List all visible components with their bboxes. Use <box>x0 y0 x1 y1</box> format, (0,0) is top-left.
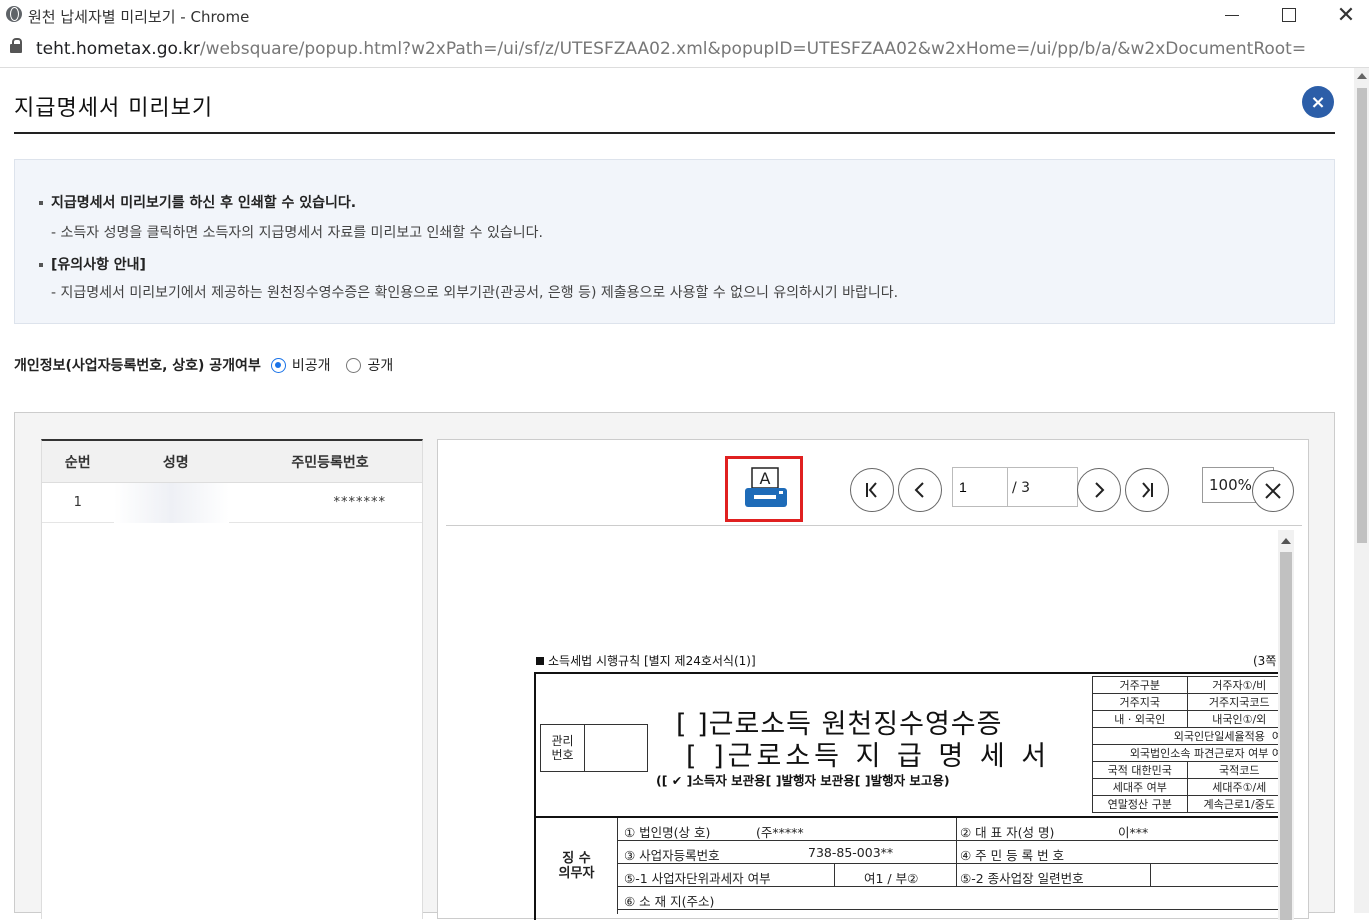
notice-sub-1: - 소득자 성명을 클릭하면 소득자의 지급명세서 자료를 미리보고 인쇄할 수… <box>51 225 543 241</box>
popup-close-button[interactable]: × <box>1302 86 1334 118</box>
popup-page: 지급명세서 미리보기 × 지급명세서 미리보기를 하신 후 인쇄할 수 있습니다… <box>0 68 1354 920</box>
globe-icon <box>6 6 22 22</box>
notice-heading-1: 지급명세서 미리보기를 하신 후 인쇄할 수 있습니다. <box>39 192 356 212</box>
chevron-left-icon <box>914 482 924 498</box>
report-viewer: A / 3 <box>437 439 1309 920</box>
last-page-icon <box>1142 482 1153 498</box>
first-page-button[interactable] <box>850 468 894 512</box>
payer-row: ① 법인명(상 호) (주***** ② 대 표 자(성 명) 이*** <box>618 818 1288 841</box>
radio-public-label[interactable]: 공개 <box>367 355 393 375</box>
scroll-up-icon[interactable] <box>1357 73 1367 79</box>
row-no: 1 <box>73 495 82 510</box>
printer-icon: A <box>745 467 787 507</box>
square-bullet-icon <box>536 657 544 665</box>
radio-public[interactable] <box>346 357 362 373</box>
col-header-name: 성명 <box>162 454 189 471</box>
payer-row: ⑤-1 사업자단위과세자 여부 여1 / 부② ⑤-2 종사업장 일련번호 <box>618 864 1288 887</box>
resident-info-table: 거주구분 거주자①/비 거주지국 거주지국코드 내 · 외국인 내국인①/외 외국인단… <box>1092 676 1293 813</box>
form-title-2: [ ]근로소득 지 급 명 세 서 <box>686 741 1051 772</box>
lock-icon <box>10 38 22 54</box>
col-header-no: 순번 <box>64 454 91 471</box>
scroll-up-icon[interactable] <box>1281 538 1291 544</box>
url-text[interactable]: teht.hometax.go.kr/websquare/popup.html?… <box>36 39 1306 59</box>
scroll-thumb[interactable] <box>1280 552 1292 920</box>
list-header: 순번 성명 주민등록번호 <box>42 441 422 483</box>
address-bar[interactable]: teht.hometax.go.kr/websquare/popup.html?… <box>0 30 1369 68</box>
row-name[interactable] <box>113 483 238 523</box>
viewer-close-button[interactable] <box>1252 470 1294 512</box>
taxpayer-list: 순번 성명 주민등록번호 1 ******* <box>41 439 423 919</box>
notice-box: 지급명세서 미리보기를 하신 후 인쇄할 수 있습니다. - 소득자 성명을 클… <box>14 159 1335 324</box>
privacy-setting: 개인정보(사업자등록번호, 상호) 공개여부 비공개 공개 <box>14 355 393 375</box>
radio-private[interactable] <box>270 357 286 373</box>
radio-private-label[interactable]: 비공개 <box>292 355 331 375</box>
minimize-icon <box>1225 14 1239 16</box>
window-title: 원천 납세자별 미리보기 - Chrome <box>28 8 250 26</box>
page-scrollbar[interactable] <box>1354 68 1369 913</box>
window-close-button[interactable]: ✕ <box>1323 0 1369 30</box>
withholding-agent-label: 징 수 의무자 <box>536 818 618 914</box>
next-page-button[interactable] <box>1077 468 1121 512</box>
document-scrollbar[interactable] <box>1278 530 1294 920</box>
copy-type-line: ([ ✔ ]소득자 보관용[ ]발행자 보관용[ ]발행자 보고용) <box>656 773 950 788</box>
viewer-toolbar: A / 3 <box>446 446 1302 526</box>
page-number-input[interactable] <box>952 467 1008 507</box>
maximize-button[interactable] <box>1266 0 1312 30</box>
prev-page-button[interactable] <box>898 468 942 512</box>
svg-text:A: A <box>760 469 771 488</box>
window-titlebar: 원천 납세자별 미리보기 - Chrome ✕ <box>0 0 1369 30</box>
form-caption: 소득세법 시행규칙 [별지 제24호서식(1)] <box>536 652 756 669</box>
col-header-rrn: 주민등록번호 <box>291 454 369 471</box>
row-rrn: ******* <box>333 495 386 510</box>
payer-row: ③ 사업자등록번호 738-85-003** ④ 주 민 등 록 번 호 <box>618 841 1288 864</box>
content-panel: 순번 성명 주민등록번호 1 ******* A 1 / 3 100% 소득세법… <box>14 412 1335 920</box>
page-title: 지급명세서 미리보기 <box>14 96 214 121</box>
title-divider <box>14 132 1335 134</box>
notice-heading-2: [유의사항 안내] <box>39 254 146 274</box>
notice-sub-2: - 지급명세서 미리보기에서 제공하는 원천징수영수증은 확인용으로 외부기관(… <box>51 285 899 301</box>
withholding-receipt-form: 관리 번호 [ ]근로소득 원천징수영수증 [ ]근로소득 지 급 명 세 서 … <box>534 672 1293 920</box>
bullet-icon <box>39 201 43 205</box>
bullet-icon <box>39 263 43 267</box>
minimize-button[interactable] <box>1209 0 1255 30</box>
last-page-button[interactable] <box>1125 468 1169 512</box>
document-page: 소득세법 시행규칙 [별지 제24호서식(1)] (3쪽 관리 번호 [ ]근로… <box>438 530 1308 920</box>
management-number-box: 관리 번호 <box>540 724 648 772</box>
print-button[interactable]: A <box>725 456 803 522</box>
scroll-thumb[interactable] <box>1357 88 1367 543</box>
privacy-label: 개인정보(사업자등록번호, 상호) 공개여부 <box>14 358 261 374</box>
management-number-label: 관리 번호 <box>541 725 585 771</box>
payer-row: ⑥ 소 재 지(주소) <box>618 887 1288 910</box>
page-total: / 3 <box>1008 467 1078 507</box>
chevron-right-icon <box>1095 482 1105 498</box>
table-row[interactable]: 1 ******* <box>42 483 422 523</box>
close-icon <box>1265 483 1281 499</box>
first-page-icon <box>866 482 877 498</box>
form-page-note: (3쪽 <box>1253 654 1277 668</box>
maximize-icon <box>1282 8 1296 22</box>
